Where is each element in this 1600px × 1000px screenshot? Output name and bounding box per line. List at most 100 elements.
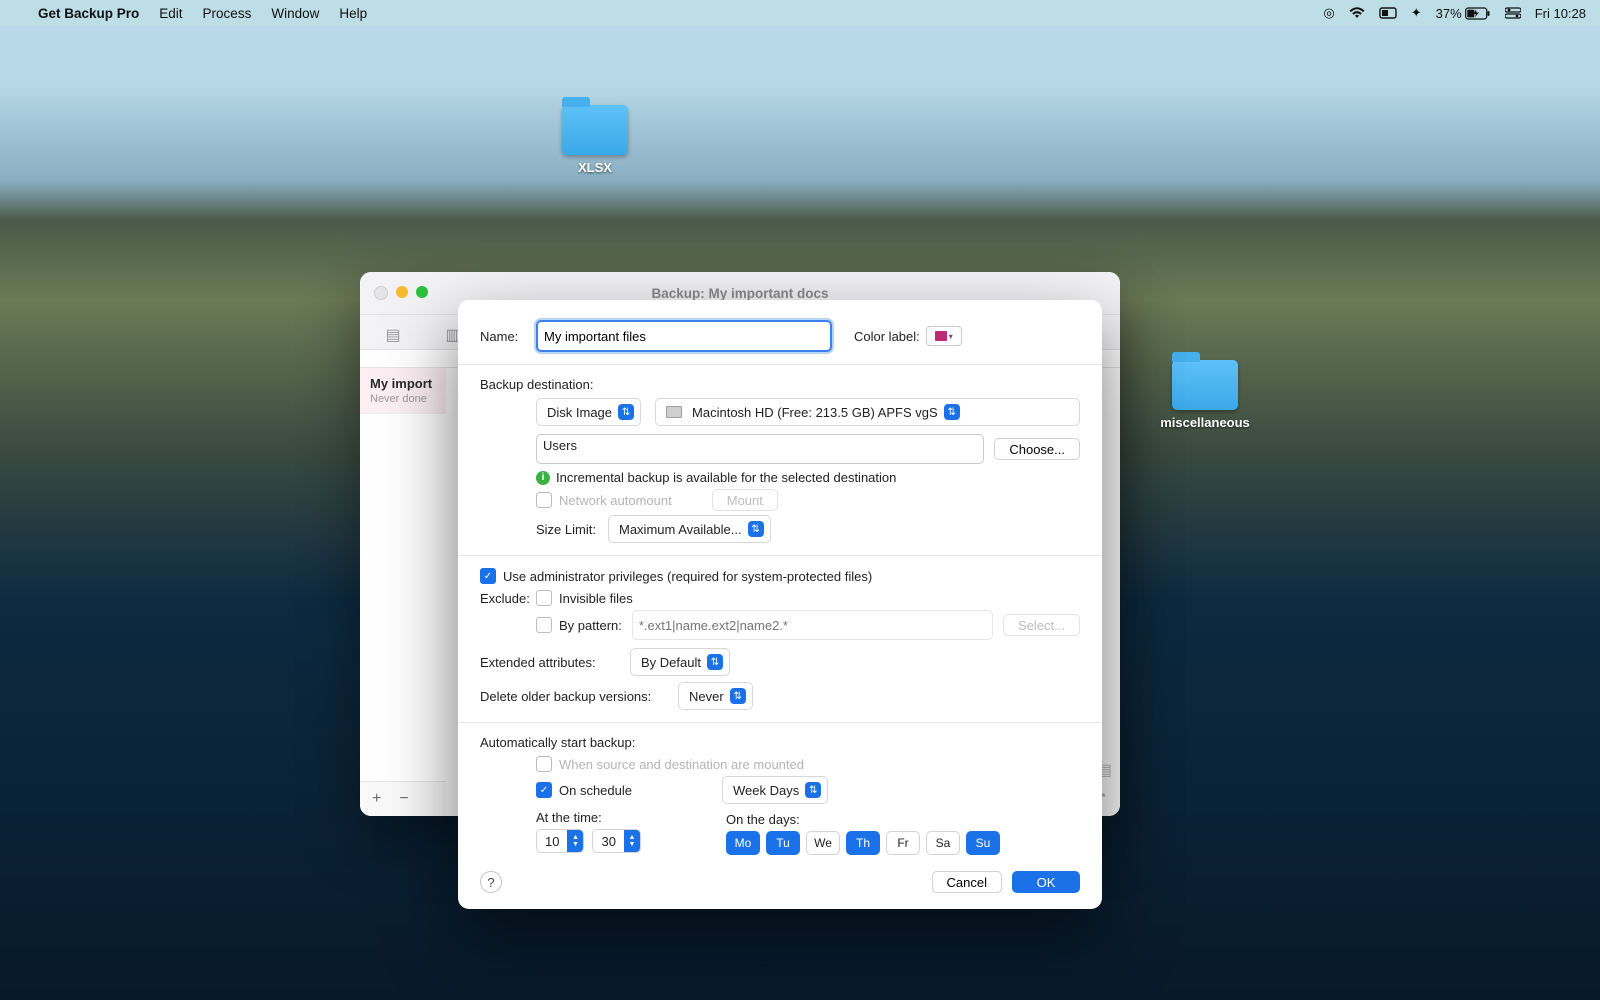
chevron-updown-icon: ⇅ — [748, 521, 764, 537]
stepper-arrows-icon: ▲▼ — [567, 830, 583, 852]
desktop: Get Backup Pro Edit Process Window Help … — [0, 0, 1600, 1000]
chevron-updown-icon: ⇅ — [707, 654, 723, 670]
deleteold-value: Never — [689, 689, 724, 704]
battery-percent: 37% — [1436, 6, 1462, 21]
day-button-su[interactable]: Su — [966, 831, 1000, 855]
exclude-pattern-label: By pattern: — [559, 618, 622, 633]
chevron-down-icon: ▾ — [949, 332, 953, 341]
onschedule-checkbox[interactable]: ✓ — [536, 782, 552, 798]
day-button-we[interactable]: We — [806, 831, 840, 855]
sidebar-footer: + − — [360, 781, 458, 816]
name-field[interactable] — [536, 320, 832, 352]
exclude-pattern-checkbox[interactable] — [536, 617, 552, 633]
days-label: On the days: — [726, 812, 1000, 827]
deleteold-label: Delete older backup versions: — [480, 689, 678, 704]
sizelimit-select[interactable]: Maximum Available... ⇅ — [608, 515, 771, 543]
chevron-updown-icon: ⇅ — [944, 404, 960, 420]
chevron-updown-icon: ⇅ — [805, 782, 821, 798]
onschedule-label: On schedule — [559, 783, 632, 798]
admin-privileges-label: Use administrator privileges (required f… — [503, 569, 872, 584]
chevron-updown-icon: ⇅ — [618, 404, 634, 420]
menu-window[interactable]: Window — [261, 6, 329, 21]
onmount-checkbox — [536, 756, 552, 772]
onmount-label: When source and destination are mounted — [559, 757, 804, 772]
choose-destination-button[interactable]: Choose... — [994, 438, 1080, 460]
desktop-folder-misc[interactable]: miscellaneous — [1150, 360, 1260, 430]
mount-button: Mount — [712, 489, 778, 511]
project-title: My import — [370, 376, 438, 391]
destination-type-select[interactable]: Disk Image ⇅ — [536, 398, 641, 426]
colorlabel-label: Color label: — [854, 329, 920, 344]
day-button-fr[interactable]: Fr — [886, 831, 920, 855]
project-subtitle: Never done — [370, 393, 438, 405]
deleteold-select[interactable]: Never ⇅ — [678, 682, 753, 710]
project-item[interactable]: My import Never done — [360, 368, 446, 414]
attime-label: At the time: — [536, 810, 726, 825]
ok-button[interactable]: OK — [1012, 871, 1080, 893]
window-title: Backup: My important docs — [360, 286, 1120, 301]
menu-help[interactable]: Help — [329, 6, 377, 21]
menu-process[interactable]: Process — [193, 6, 262, 21]
app-title[interactable]: Get Backup Pro — [38, 6, 149, 21]
name-label: Name: — [480, 329, 536, 344]
exclude-invisible-label: Invisible files — [559, 591, 633, 606]
pattern-select-button: Select... — [1003, 614, 1080, 636]
schedule-mode-select[interactable]: Week Days ⇅ — [722, 776, 828, 804]
day-button-th[interactable]: Th — [846, 831, 880, 855]
network-automount-label: Network automount — [559, 493, 672, 508]
xattr-value: By Default — [641, 655, 701, 670]
xattr-select[interactable]: By Default ⇅ — [630, 648, 730, 676]
help-button[interactable]: ? — [480, 871, 502, 893]
sizelimit-value: Maximum Available... — [619, 522, 742, 537]
remove-project-button[interactable]: − — [399, 790, 408, 808]
wifi-icon[interactable] — [1342, 7, 1372, 19]
folder-icon — [1172, 360, 1238, 410]
exclude-pattern-field[interactable] — [632, 610, 993, 640]
bluetooth-like-icon[interactable]: ✦ — [1404, 5, 1429, 21]
color-swatch-icon — [935, 331, 947, 341]
menu-edit[interactable]: Edit — [149, 6, 192, 21]
color-label-select[interactable]: ▾ — [926, 326, 962, 346]
chevron-updown-icon: ⇅ — [730, 688, 746, 704]
destination-path-field[interactable]: Users — [536, 434, 984, 464]
menubar-clock[interactable]: Fri 10:28 — [1528, 6, 1600, 21]
destination-type-value: Disk Image — [547, 405, 612, 420]
schedule-mode-value: Week Days — [733, 783, 799, 798]
exclude-label: Exclude: — [480, 591, 536, 606]
display-icon[interactable] — [1372, 7, 1404, 20]
camera-icon[interactable]: ◎ — [1316, 5, 1341, 21]
disk-icon — [666, 406, 682, 418]
sizelimit-label: Size Limit: — [536, 522, 608, 537]
incremental-info-text: Incremental backup is available for the … — [556, 470, 896, 485]
destination-section-label: Backup destination: — [480, 377, 1080, 392]
xattr-label: Extended attributes: — [480, 655, 630, 670]
settings-dialog: Name: Color label: ▾ Backup destination:… — [458, 300, 1102, 909]
info-icon: i — [536, 471, 550, 485]
toolbar-button-1[interactable]: ▤ — [372, 321, 414, 349]
day-button-sa[interactable]: Sa — [926, 831, 960, 855]
minute-stepper[interactable]: 30 ▲▼ — [592, 829, 640, 853]
desktop-icon-label: XLSX — [540, 160, 650, 175]
auto-start-label: Automatically start backup: — [480, 735, 1080, 750]
hour-stepper[interactable]: 10 ▲▼ — [536, 829, 584, 853]
destination-volume-value: Macintosh HD (Free: 213.5 GB) APFS vgS — [692, 405, 938, 420]
folder-icon — [562, 105, 628, 155]
network-automount-checkbox — [536, 492, 552, 508]
stepper-arrows-icon: ▲▼ — [624, 830, 640, 852]
day-button-tu[interactable]: Tu — [766, 831, 800, 855]
exclude-invisible-checkbox[interactable] — [536, 590, 552, 606]
hour-value: 10 — [537, 834, 567, 849]
project-sidebar: My import Never done — [360, 368, 447, 782]
add-project-button[interactable]: + — [372, 790, 381, 808]
control-center-icon[interactable] — [1498, 7, 1528, 19]
desktop-folder-xlsx[interactable]: XLSX — [540, 105, 650, 175]
days-row: MoTuWeThFrSaSu — [726, 831, 1000, 855]
day-button-mo[interactable]: Mo — [726, 831, 760, 855]
destination-volume-select[interactable]: Macintosh HD (Free: 213.5 GB) APFS vgS ⇅ — [655, 398, 1080, 426]
battery-status[interactable]: 37% — [1429, 6, 1498, 21]
admin-privileges-checkbox[interactable]: ✓ — [480, 568, 496, 584]
desktop-icon-label: miscellaneous — [1150, 415, 1260, 430]
minute-value: 30 — [593, 834, 623, 849]
menubar: Get Backup Pro Edit Process Window Help … — [0, 0, 1600, 26]
cancel-button[interactable]: Cancel — [932, 871, 1002, 893]
